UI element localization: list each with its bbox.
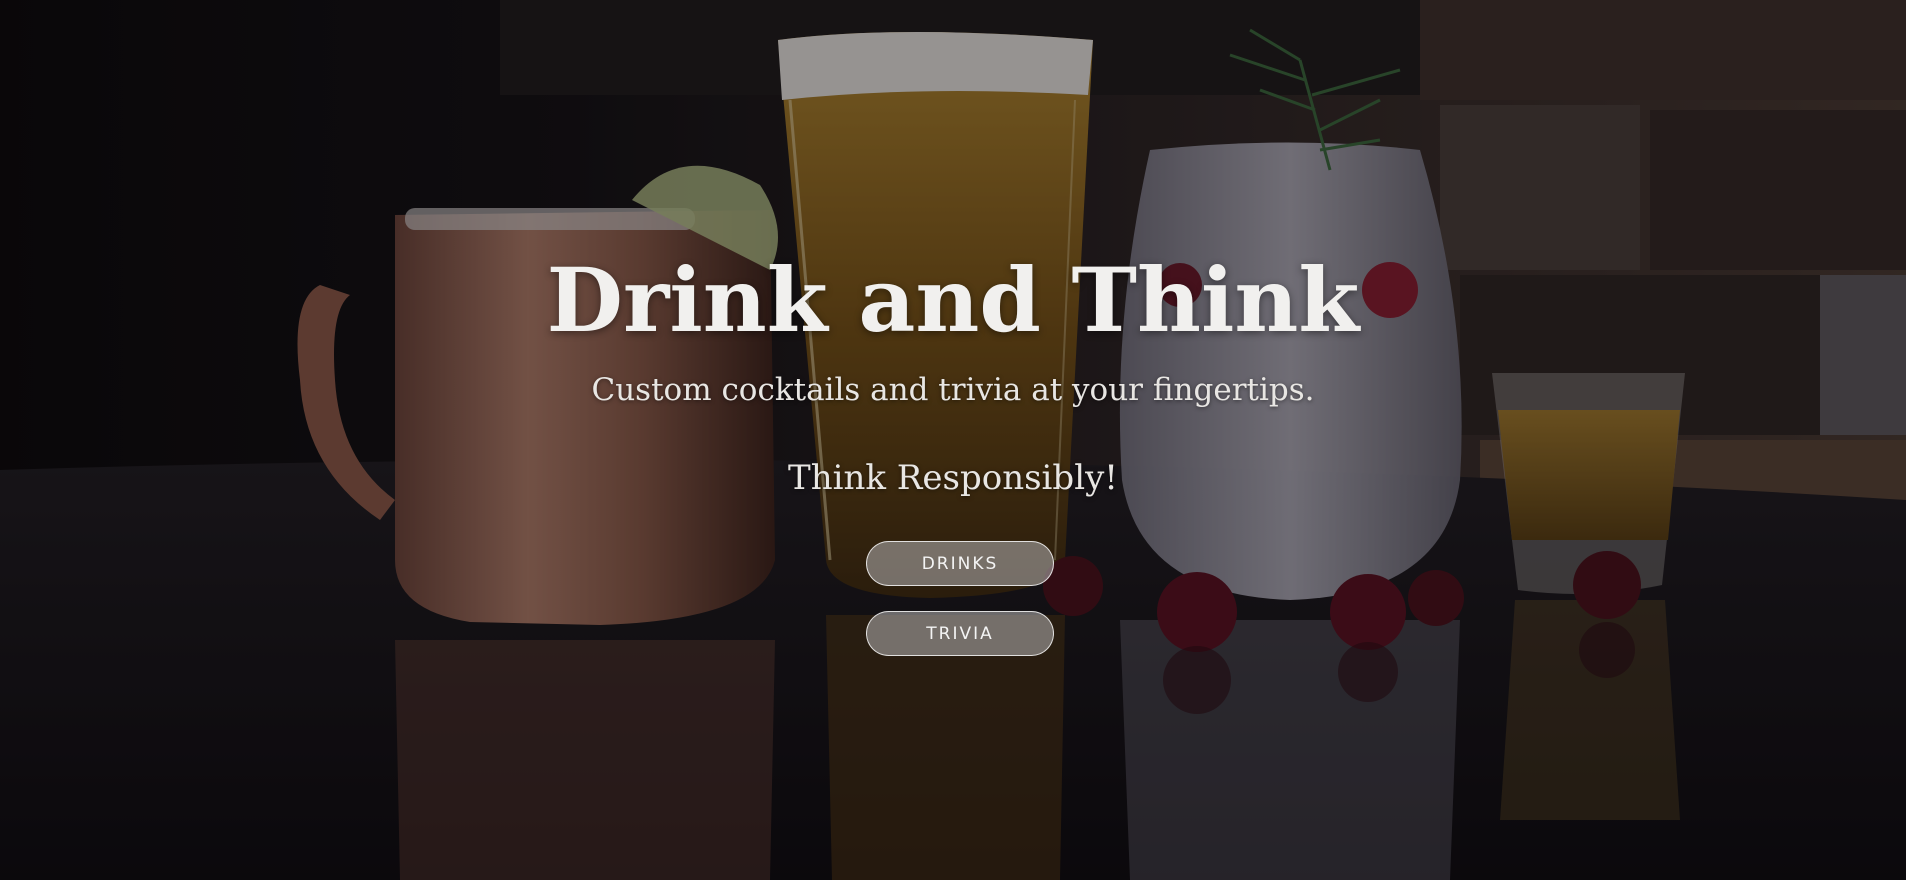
drinks-button[interactable]: DRINKS: [866, 541, 1054, 586]
hero-tagline: Think Responsibly!: [788, 458, 1118, 498]
hero-content: Drink and Think Custom cocktails and tri…: [0, 0, 1906, 880]
hero-section: Drink and Think Custom cocktails and tri…: [0, 0, 1906, 880]
trivia-button-label: TRIVIA: [926, 623, 994, 644]
page-title: Drink and Think: [546, 248, 1360, 352]
trivia-button[interactable]: TRIVIA: [866, 611, 1054, 656]
hero-subtitle: Custom cocktails and trivia at your fing…: [591, 372, 1315, 408]
drinks-button-label: DRINKS: [921, 553, 999, 574]
